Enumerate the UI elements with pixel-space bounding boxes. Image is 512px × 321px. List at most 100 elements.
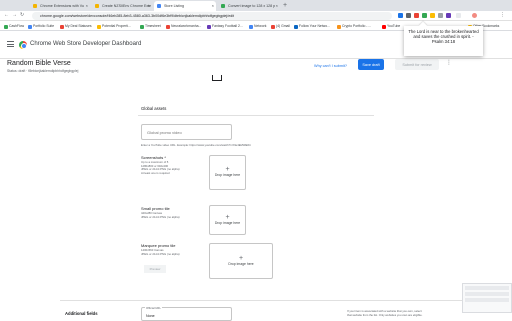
bookmark-favicon-icon — [28, 24, 32, 29]
forward-icon[interactable]: → — [12, 12, 17, 18]
why-cant-i-submit-link[interactable]: Why can't I submit? — [314, 64, 347, 68]
extension-icon[interactable] — [430, 13, 435, 18]
new-tab-button[interactable]: + — [283, 0, 287, 11]
drop-label: Drop image here — [228, 262, 254, 266]
close-tab-icon[interactable]: × — [276, 1, 278, 11]
drop-label: Drop image here — [214, 221, 241, 225]
bookmark-item[interactable]: CashFlow — [4, 22, 24, 31]
bookmark-label: Fantasy Football 2... — [212, 24, 243, 28]
official-url-select[interactable]: Official URL None — [141, 306, 232, 321]
extension-icon[interactable] — [398, 13, 403, 18]
promo-video-input[interactable] — [141, 124, 232, 140]
promo-video-helper: Enter a YouTube video URL. Example: http… — [141, 143, 251, 147]
reload-icon[interactable]: ↻ — [20, 12, 24, 18]
bookmark-item[interactable]: Follow Your Netwo... — [294, 22, 330, 31]
note-line: JPEG or 24-bit PNG (no alpha) — [141, 251, 180, 256]
bookmark-favicon-icon — [140, 24, 144, 29]
screenshot-thumbnail-preview[interactable] — [462, 283, 512, 313]
extension-icon[interactable] — [438, 13, 443, 18]
bookmark-item[interactable]: Fantasy Football 2... — [207, 22, 243, 31]
bookmark-favicon-icon — [60, 24, 64, 29]
save-draft-button[interactable]: Save draft — [358, 59, 384, 70]
bookmark-favicon-icon — [294, 24, 298, 29]
bookmark-favicon-icon — [271, 24, 275, 29]
bookmark-label: Follow Your Netwo... — [299, 24, 330, 28]
bookmark-item[interactable]: Portfolio Suite — [28, 22, 54, 31]
note-line: At least one is required — [141, 170, 170, 175]
bookmark-label: My Deal Statuses — [65, 24, 92, 28]
browser-tab[interactable]: Create NZSIIEnv Chrome Exte × — [92, 1, 152, 11]
extension-popup: The Lord is near to the brokenhearted an… — [404, 26, 483, 56]
extension-icon[interactable] — [446, 13, 451, 18]
close-tab-icon[interactable]: × — [148, 1, 150, 11]
drop-label: Drop image here — [214, 173, 241, 177]
marquee-tile-dropzone[interactable]: + Drop image here — [209, 243, 273, 279]
bookmark-item[interactable]: Timesheet — [140, 22, 161, 31]
tab-favicon-icon — [95, 4, 99, 8]
bookmark-item[interactable]: Neuralworkmanha... — [166, 22, 201, 31]
add-icon: + — [225, 214, 230, 221]
bookmark-label: (4) Gmail — [276, 24, 290, 28]
screenshots-notes: Up to a maximum of 5 1280x800 or 640x400… — [141, 160, 180, 175]
dashboard-title: Chrome Web Store Developer Dashboard — [30, 41, 142, 47]
hamburger-menu-icon[interactable] — [7, 41, 14, 49]
bookmark-label: Portfolio Suite — [33, 24, 55, 28]
note-line: JPEG or 24-bit PNG (no alpha) — [141, 214, 180, 219]
avatar[interactable] — [472, 13, 477, 18]
bookmark-item[interactable]: Network — [249, 22, 266, 31]
bookmark-label: Potential Properti... — [102, 24, 131, 28]
bookmark-item[interactable]: Crypto Portfolio - ... — [337, 22, 371, 31]
tab-favicon-icon — [221, 4, 225, 8]
browser-tab[interactable]: Convert image to 128 x 128 p × — [218, 1, 280, 11]
extension-icon[interactable] — [422, 13, 427, 18]
extension-icon[interactable] — [414, 13, 419, 18]
browser-tab-active[interactable]: Store Listing × — [154, 1, 216, 11]
add-icon: + — [238, 255, 244, 262]
small-tile-dropzone[interactable]: + Drop image here — [209, 205, 246, 235]
bookmark-favicon-icon — [249, 24, 253, 29]
tab-favicon-icon — [33, 4, 37, 8]
bookmark-item[interactable]: Potential Properti... — [97, 22, 131, 31]
extension-icon[interactable] — [456, 13, 461, 18]
address-toolbar: ← → ↻ chrome.google.com/webstore/devcons… — [0, 11, 512, 21]
bookmark-item[interactable]: (4) Gmail — [271, 22, 290, 31]
bookmark-label: YouTube — [387, 24, 401, 28]
bookmark-item[interactable]: YouTube — [382, 22, 400, 31]
official-url-value: None — [146, 314, 155, 318]
browser-tab-strip: Chrome Extensions with Vu × Create NZSII… — [0, 0, 512, 16]
browser-tab[interactable]: Chrome Extensions with Vu × — [30, 1, 90, 11]
url-bar[interactable]: chrome.google.com/webstore/devconsole/f4… — [32, 12, 392, 20]
bookmark-favicon-icon — [337, 24, 341, 29]
close-tab-icon[interactable]: × — [86, 1, 88, 11]
tab-label: Create NZSIIEnv Chrome Exte — [102, 4, 152, 8]
bookmark-label: Crypto Portfolio - ... — [342, 24, 372, 28]
tab-label: Chrome Extensions with Vu — [40, 4, 85, 8]
add-icon: + — [225, 166, 230, 173]
divider — [60, 300, 512, 301]
browser-menu-icon[interactable]: ⋮ — [500, 12, 505, 18]
more-options-icon[interactable]: ⋮ — [446, 59, 452, 66]
chrome-web-store-logo — [19, 41, 27, 49]
bookmark-item[interactable]: My Deal Statuses — [60, 22, 92, 31]
store-listing-form: Global assets Enter a YouTube video URL.… — [0, 74, 512, 321]
bookmark-label: Neuralworkmanha... — [171, 24, 202, 28]
bookmark-favicon-icon — [4, 24, 8, 29]
submit-for-review-button[interactable]: Submit for review — [395, 59, 439, 70]
extension-icon[interactable] — [406, 13, 411, 18]
item-status: Status: draft · f8ebicnjkaklemdipbhhdfge… — [7, 69, 79, 73]
item-bar: Random Bible Verse Status: draft · f8ebi… — [0, 59, 512, 74]
bookmark-favicon-icon — [382, 24, 386, 29]
divider — [138, 115, 374, 116]
bookmark-label: CashFlow — [9, 24, 25, 28]
back-icon[interactable]: ← — [4, 12, 9, 18]
additional-fields-heading: Additional fields — [65, 311, 98, 316]
store-icon-preview — [212, 75, 222, 81]
screenshots-dropzone[interactable]: + Drop image here — [209, 155, 246, 190]
preview-button[interactable]: Preview — [144, 265, 166, 273]
small-tile-notes: 440x280 Canvas JPEG or 24-bit PNG (no al… — [141, 211, 180, 219]
bookmark-label: Network — [254, 24, 267, 28]
verse-text: The Lord is near to the brokenhearted an… — [408, 29, 479, 45]
tab-favicon-icon — [157, 4, 161, 8]
bookmark-favicon-icon — [166, 24, 170, 29]
close-tab-icon[interactable]: × — [212, 1, 214, 11]
